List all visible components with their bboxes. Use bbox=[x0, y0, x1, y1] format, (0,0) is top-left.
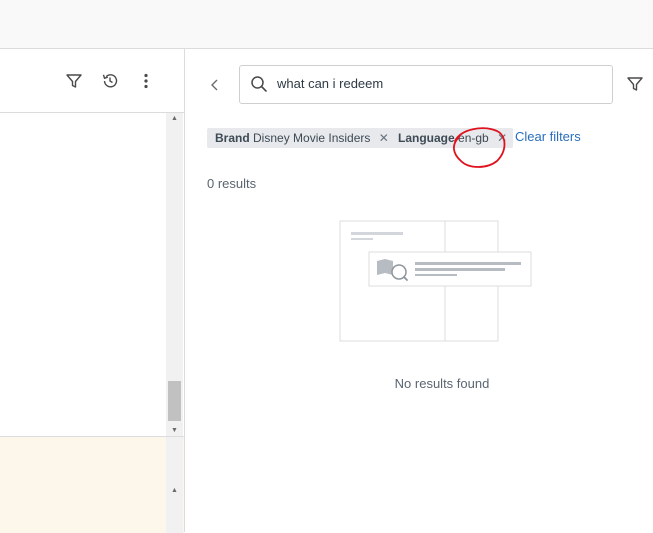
left-bottom-panel: ▲ bbox=[0, 436, 184, 533]
results-count: 0 results bbox=[207, 176, 257, 191]
chip-label: Language bbox=[398, 131, 455, 145]
close-icon[interactable]: ✕ bbox=[497, 131, 507, 145]
chip-label: Brand bbox=[215, 131, 250, 145]
left-toolbar bbox=[0, 49, 184, 113]
scroll-up-arrow[interactable]: ▲ bbox=[166, 113, 183, 125]
no-results-message: No results found bbox=[394, 376, 490, 391]
left-scrollbar[interactable]: ▲ ▼ bbox=[166, 113, 183, 437]
search-panel: what can i redeem Brand Disney Movie Ins… bbox=[185, 49, 653, 532]
filter-chip-brand: Brand Disney Movie Insiders ✕ bbox=[207, 128, 395, 148]
search-icon bbox=[251, 76, 267, 92]
history-icon[interactable] bbox=[100, 71, 120, 91]
top-bar bbox=[0, 0, 653, 49]
close-icon[interactable]: ✕ bbox=[379, 131, 389, 145]
empty-results-illustration bbox=[339, 220, 532, 342]
more-vertical-icon[interactable] bbox=[136, 71, 156, 91]
filter-icon[interactable] bbox=[625, 74, 645, 94]
filter-icon[interactable] bbox=[64, 71, 84, 91]
chip-value: en-gb bbox=[458, 131, 489, 145]
chip-value: Disney Movie Insiders bbox=[253, 131, 371, 145]
back-chevron-icon[interactable] bbox=[205, 75, 225, 95]
search-query[interactable]: what can i redeem bbox=[277, 76, 383, 91]
bottom-scrollbar[interactable]: ▲ bbox=[166, 437, 183, 533]
clear-filters-link[interactable]: Clear filters bbox=[515, 129, 581, 144]
left-pane: ▲ ▼ ▲ bbox=[0, 49, 185, 533]
search-input[interactable]: what can i redeem bbox=[239, 65, 613, 104]
scroll-up-arrow[interactable]: ▲ bbox=[166, 485, 183, 497]
filter-chip-language: Language en-gb ✕ bbox=[390, 128, 514, 148]
scroll-thumb[interactable] bbox=[168, 381, 181, 421]
